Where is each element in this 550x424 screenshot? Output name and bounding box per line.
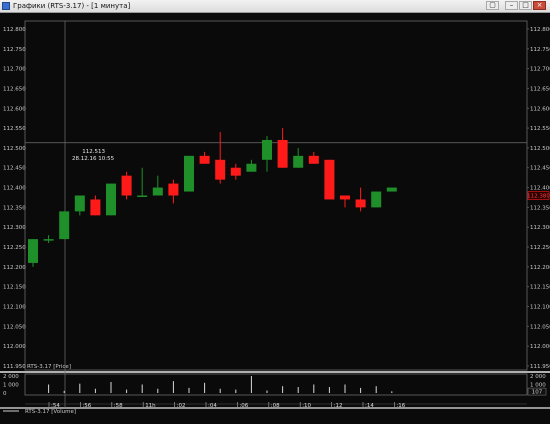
y-tick-label-right: 112.550 <box>530 126 550 132</box>
time-tick-label: :12 <box>334 403 343 409</box>
candle-up <box>371 191 382 208</box>
candlestick-chart[interactable]: 112.800 112.800 112.750 112.750 112.700 112.7… <box>0 13 550 424</box>
candle-up <box>28 239 38 263</box>
title-bar[interactable]: Графики (RTS-3.17) - [1 минута] ▢ – □ × <box>0 0 550 13</box>
y-tick-label-right: 112.000 <box>530 344 550 350</box>
y-tick-label-right: 112.600 <box>530 106 550 112</box>
restore-button[interactable]: ▢ <box>486 1 499 10</box>
y-tick-label-left: 112.800 <box>3 27 26 33</box>
y-tick-label-right: 112.100 <box>530 305 550 311</box>
candle-down <box>199 155 210 164</box>
y-tick-label-left: 111.950 <box>3 364 26 370</box>
candle-up <box>246 163 257 172</box>
volume-badge-label: 107 <box>532 390 543 396</box>
candle-up <box>59 211 70 240</box>
y-tick-label-left: 112.400 <box>3 186 26 192</box>
candle-up <box>106 183 116 216</box>
y-tick-label-right: 112.650 <box>530 86 550 92</box>
candle-down <box>324 159 335 200</box>
y-tick-label-right: 112.250 <box>530 245 550 251</box>
y-tick-label-right: 112.050 <box>530 324 550 330</box>
candle-down <box>340 195 350 200</box>
y-tick-label-right: 112.450 <box>530 166 550 172</box>
volume-tick-left: 2 000 <box>3 374 19 380</box>
volume-tick-right: 1 000 <box>530 383 546 389</box>
y-tick-label-right: 112.750 <box>530 47 550 53</box>
y-tick-label-right: 112.350 <box>530 205 550 211</box>
time-tick-label: :06 <box>239 403 248 409</box>
y-tick-label-left: 112.450 <box>3 166 26 172</box>
y-tick-label-right: 112.500 <box>530 146 550 152</box>
candle-up <box>386 187 397 192</box>
chart-area[interactable]: 112.800 112.800 112.750 112.750 112.700 112.7… <box>0 13 550 424</box>
chart-window: Графики (RTS-3.17) - [1 минута] ▢ – □ × … <box>0 0 550 424</box>
window-title: Графики (RTS-3.17) - [1 минута] <box>13 2 131 10</box>
candle-down <box>230 167 241 176</box>
minimize-button[interactable]: – <box>505 1 518 10</box>
time-tick-label: :56 <box>82 403 91 409</box>
candle-up <box>152 187 163 196</box>
current-price-label: 112.380 <box>527 194 550 200</box>
price-series-label: RTS-3.17 [Price] <box>27 364 71 370</box>
y-tick-label-left: 112.200 <box>3 265 26 271</box>
candle-down <box>121 175 132 196</box>
y-tick-label-right: 112.700 <box>530 67 550 73</box>
y-tick-label-left: 112.350 <box>3 205 26 211</box>
time-tick-label: :08 <box>271 403 280 409</box>
y-tick-label-left: 112.600 <box>3 106 26 112</box>
maximize-button[interactable]: □ <box>519 1 532 10</box>
y-tick-label-right: 112.150 <box>530 285 550 291</box>
y-tick-label-left: 112.300 <box>3 225 26 231</box>
crosshair-price-readout: 112.513 <box>82 149 105 155</box>
candle-up <box>43 239 54 241</box>
y-tick-label-right: 112.800 <box>530 27 550 33</box>
crosshair-time-readout: 28.12.16 10:55 <box>72 156 115 162</box>
candle-down <box>168 183 179 196</box>
y-tick-label-left: 112.650 <box>3 86 26 92</box>
candle-up <box>262 139 272 160</box>
time-tick-label: :16 <box>396 403 405 409</box>
y-tick-label-left: 112.700 <box>3 67 26 73</box>
y-tick-label-left: 112.150 <box>3 285 26 291</box>
volume-panel-frame <box>24 373 528 396</box>
time-tick-label: :02 <box>177 403 186 409</box>
y-tick-label-left: 112.050 <box>3 324 26 330</box>
time-tick-label: :58 <box>114 403 123 409</box>
volume-series-label: RTS-3.17 [Volume] <box>25 409 76 415</box>
time-tick-label: :10 <box>302 403 311 409</box>
y-tick-label-right: 111.950 <box>530 364 550 370</box>
candle-up <box>74 195 85 212</box>
time-tick-label: :14 <box>365 403 374 409</box>
volume-tick-left: 1 000 <box>3 383 19 389</box>
candle-down <box>90 199 101 216</box>
volume-tick-left: 0 <box>3 391 7 397</box>
volume-tick-right: 2 000 <box>530 374 546 380</box>
app-chart-icon <box>2 2 10 10</box>
y-tick-label-left: 112.100 <box>3 305 26 311</box>
y-tick-label-left: 112.750 <box>3 47 26 53</box>
y-tick-label-left: 112.000 <box>3 344 26 350</box>
time-tick-label: :04 <box>208 403 217 409</box>
time-tick-label: :54 <box>51 403 60 409</box>
candle-up <box>137 195 148 197</box>
candle-down <box>277 139 288 168</box>
y-tick-label-right: 112.300 <box>530 225 550 231</box>
close-button[interactable]: × <box>533 1 546 10</box>
candle-down <box>308 155 319 164</box>
y-tick-label-left: 112.550 <box>3 126 26 132</box>
y-tick-label-left: 112.500 <box>3 146 26 152</box>
candle-down <box>355 199 366 208</box>
time-tick-label: 11h <box>145 403 156 409</box>
candle-down <box>215 159 226 180</box>
candle-up <box>293 155 304 168</box>
y-tick-label-left: 112.250 <box>3 245 26 251</box>
price-panel-frame <box>24 20 528 371</box>
y-tick-label-right: 112.400 <box>530 186 550 192</box>
candle-up <box>184 155 194 192</box>
y-tick-label-right: 112.200 <box>530 265 550 271</box>
